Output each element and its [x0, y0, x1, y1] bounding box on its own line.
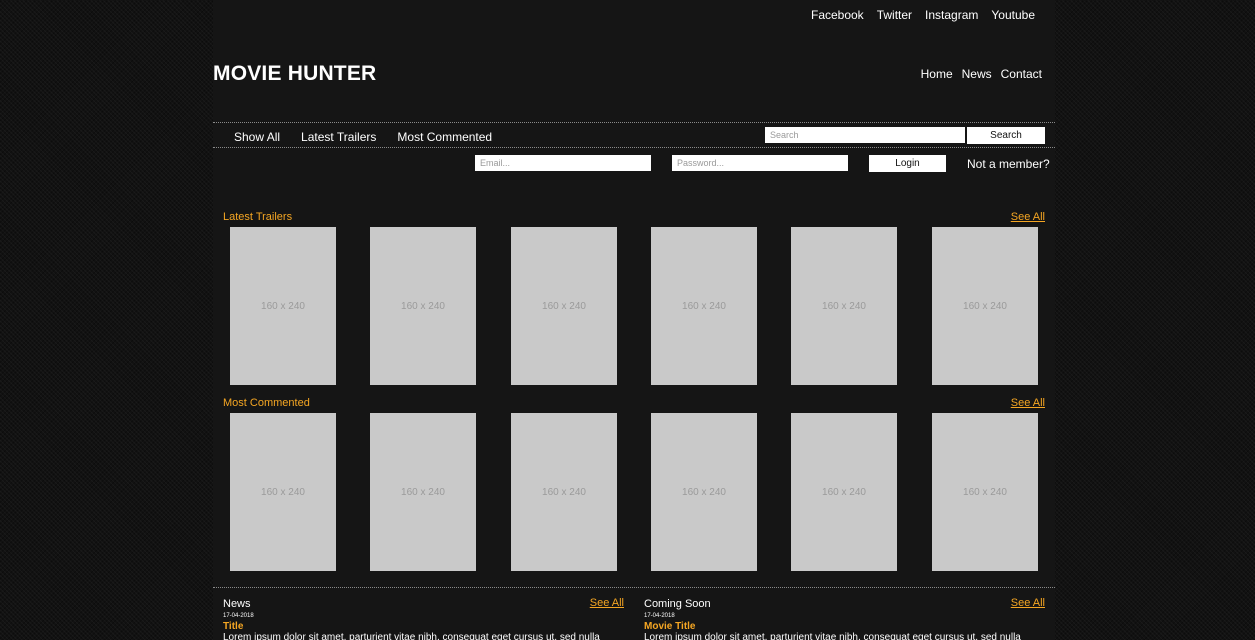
commented-poster[interactable]: 160 x 240: [932, 413, 1038, 571]
commented-poster[interactable]: 160 x 240: [511, 413, 617, 571]
most-commented-heading: Most Commented: [223, 397, 310, 409]
commented-poster[interactable]: 160 x 240: [651, 413, 757, 571]
page-container: Facebook Twitter Instagram Youtube MOVIE…: [213, 0, 1055, 640]
nav-contact[interactable]: Contact: [1001, 67, 1042, 81]
login-button[interactable]: Login: [869, 155, 946, 172]
search-input[interactable]: [765, 127, 965, 143]
commented-poster[interactable]: 160 x 240: [230, 413, 336, 571]
email-field[interactable]: [475, 155, 651, 171]
social-links: Facebook Twitter Instagram Youtube: [811, 8, 1035, 22]
trailer-poster[interactable]: 160 x 240: [370, 227, 476, 385]
coming-soon-excerpt: Lorem ipsum dolor sit amet, parturient v…: [644, 632, 1021, 640]
commented-poster[interactable]: 160 x 240: [370, 413, 476, 571]
instagram-link[interactable]: Instagram: [925, 8, 978, 22]
most-commented-see-all[interactable]: See All: [1011, 397, 1045, 409]
news-heading: News: [223, 598, 251, 610]
trailer-poster[interactable]: 160 x 240: [230, 227, 336, 385]
latest-trailers-heading: Latest Trailers: [223, 211, 293, 223]
subnav-show-all[interactable]: Show All: [234, 130, 280, 144]
trailer-poster[interactable]: 160 x 240: [791, 227, 897, 385]
signup-link[interactable]: Not a member?: [967, 157, 1050, 171]
subnav-top-divider: [213, 122, 1055, 123]
coming-soon-date: 17-04-2018: [644, 613, 675, 619]
sub-nav: Show All Latest Trailers Most Commented: [234, 130, 492, 144]
coming-soon-see-all[interactable]: See All: [1011, 597, 1045, 609]
coming-soon-item-title[interactable]: Movie Title: [644, 621, 696, 632]
facebook-link[interactable]: Facebook: [811, 8, 864, 22]
site-logo[interactable]: MOVIE HUNTER: [213, 62, 376, 86]
trailer-poster[interactable]: 160 x 240: [651, 227, 757, 385]
youtube-link[interactable]: Youtube: [991, 8, 1035, 22]
latest-trailers-see-all[interactable]: See All: [1011, 211, 1045, 223]
subnav-latest-trailers[interactable]: Latest Trailers: [301, 130, 376, 144]
subnav-bottom-divider: [213, 147, 1055, 148]
trailer-poster[interactable]: 160 x 240: [511, 227, 617, 385]
twitter-link[interactable]: Twitter: [877, 8, 912, 22]
nav-news[interactable]: News: [962, 67, 992, 81]
news-excerpt: Lorem ipsum dolor sit amet, parturient v…: [223, 632, 600, 640]
news-see-all[interactable]: See All: [590, 597, 624, 609]
news-date: 17-04-2018: [223, 613, 254, 619]
main-nav: Home News Contact: [921, 67, 1042, 81]
trailer-poster[interactable]: 160 x 240: [932, 227, 1038, 385]
search-button[interactable]: Search: [967, 127, 1045, 144]
news-item-title[interactable]: Title: [223, 621, 243, 632]
subnav-most-commented[interactable]: Most Commented: [397, 130, 492, 144]
commented-poster[interactable]: 160 x 240: [791, 413, 897, 571]
coming-soon-heading: Coming Soon: [644, 598, 711, 610]
nav-home[interactable]: Home: [921, 67, 953, 81]
password-field[interactable]: [672, 155, 848, 171]
bottom-divider: [213, 587, 1055, 588]
